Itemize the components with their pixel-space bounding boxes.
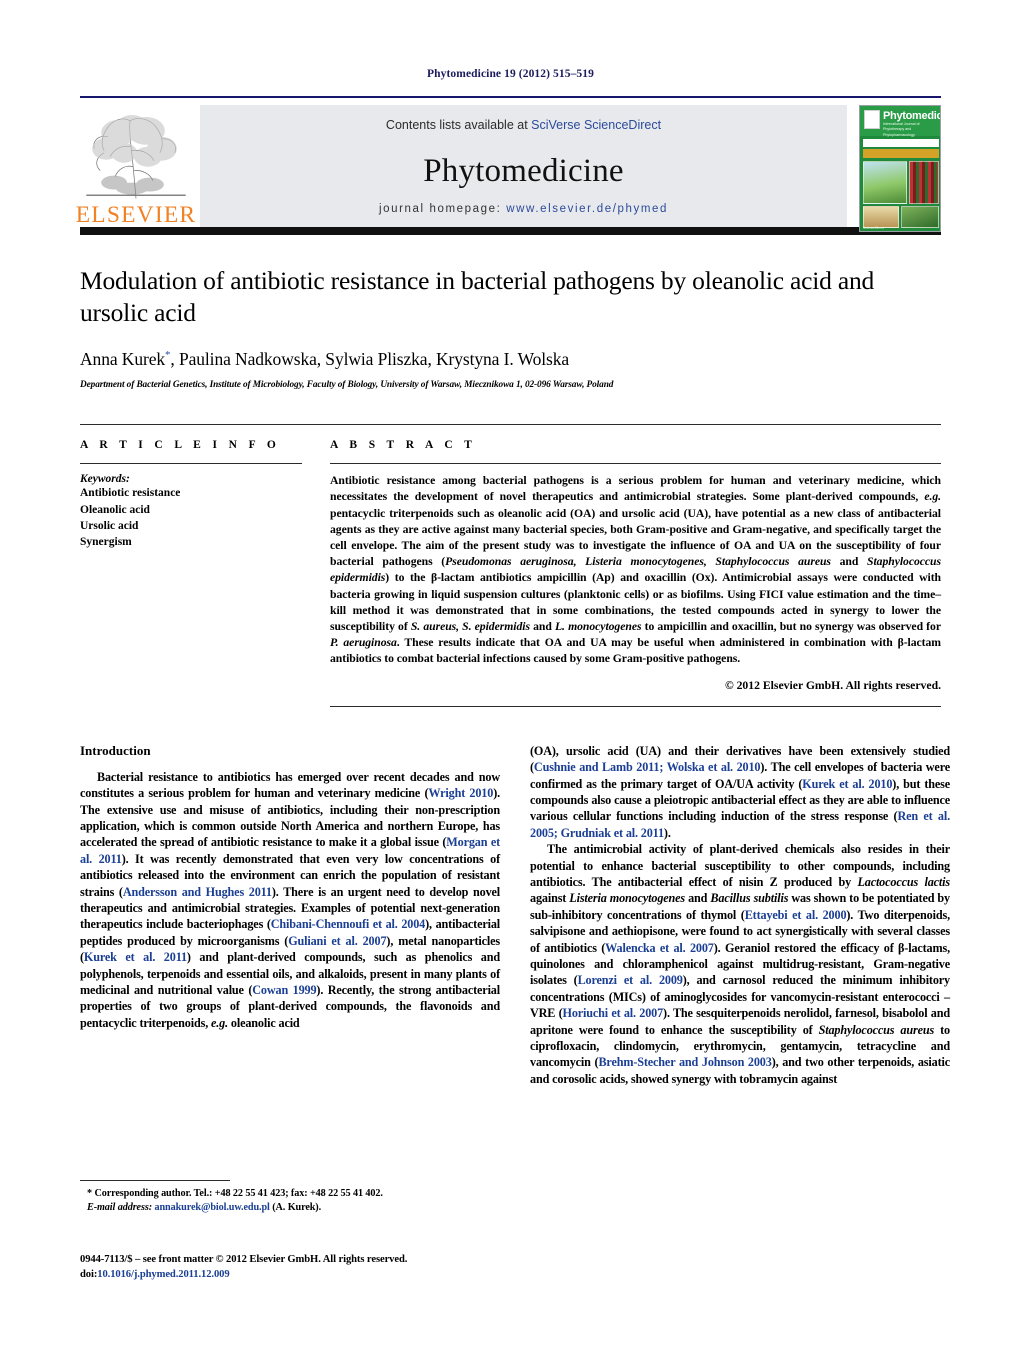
citation-link[interactable]: Andersson and Hughes 2011	[123, 885, 272, 899]
citation-link[interactable]: Wright 2010	[428, 786, 493, 800]
citation-link[interactable]: Horiuchi et al. 2007	[563, 1006, 664, 1020]
keyword-item: Ursolic acid	[80, 519, 139, 532]
elsevier-logo: ELSEVIER	[76, 105, 195, 227]
issn-copyright-line: 0944-7113/$ – see front matter © 2012 El…	[80, 1254, 408, 1265]
doi-link[interactable]: 10.1016/j.phymed.2011.12.009	[97, 1269, 229, 1280]
paper-title: Modulation of antibiotic resistance in b…	[80, 266, 875, 328]
citation-link[interactable]: Ettayebi et al. 2000	[745, 908, 847, 922]
citation-link[interactable]: Brehm-Stecher and Johnson 2003	[598, 1055, 771, 1069]
citation-link[interactable]: Guliani et al. 2007	[288, 934, 386, 948]
title-block: Modulation of antibiotic resistance in b…	[80, 265, 941, 390]
citation-link[interactable]: Kurek et al. 2011	[84, 950, 187, 964]
section-heading-introduction: Introduction	[80, 742, 151, 758]
cover-title: Phytomedicine	[883, 110, 940, 122]
authors-text: Anna Kurek*, Paulina Nadkowska, Sylwia P…	[80, 349, 570, 370]
email-suffix: (A. Kurek).	[272, 1202, 322, 1214]
abstract-column: A B S T R A C T Antibiotic resistance am…	[330, 439, 941, 707]
italic-text: Listeria monocytogenes	[569, 891, 686, 906]
body-paragraph: The antimicrobial activity of plant-deri…	[530, 841, 950, 1087]
cover-photo-samples	[863, 206, 899, 228]
citation-link[interactable]: Kurek et al. 2010	[802, 777, 892, 791]
footnote-block: * Corresponding author. Tel.: +48 22 55 …	[80, 1180, 500, 1215]
corresponding-author-marker: *	[165, 349, 171, 362]
keyword-item: Oleanolic acid	[80, 503, 150, 516]
italic-text: Bacillus subtilis	[710, 891, 789, 906]
contents-prefix: Contents lists available at	[385, 118, 532, 132]
doi-label: doi:	[80, 1269, 98, 1281]
body-text: oleanolic acid	[228, 1015, 300, 1030]
email-note: E-mail address: annakurek@biol.uw.edu.pl…	[80, 1201, 500, 1215]
keyword-item: Synergism	[80, 536, 132, 549]
citation-link[interactable]: Chibani-Chennoufi et al. 2004	[271, 917, 426, 931]
running-head: Phytomedicine 19 (2012) 515–519	[427, 68, 594, 80]
citation-link[interactable]: Lorenzi et al. 2009	[578, 973, 683, 987]
masthead-center: Contents lists available at SciVerse Sci…	[200, 105, 847, 227]
contents-available-line: Contents lists available at SciVerse Sci…	[386, 118, 661, 132]
keywords-list: Antibiotic resistance Oleanolic acid Urs…	[80, 485, 302, 550]
journal-cover-cell: Phytomedicine International Journal of P…	[855, 105, 941, 232]
body-two-columns: Introduction Bacterial resistance to ant…	[80, 743, 950, 1088]
keyword-item: Antibiotic resistance	[80, 487, 181, 500]
article-info-heading: A R T I C L E I N F O	[80, 439, 281, 452]
paper-page: Phytomedicine 19 (2012) 515–519 ELSEVIER…	[0, 0, 1021, 1351]
body-text: and	[685, 891, 711, 906]
abstract-heading: A B S T R A C T	[330, 439, 477, 452]
journal-masthead: ELSEVIER Contents lists available at Sci…	[76, 96, 941, 232]
abstract-bottom-rule	[330, 705, 941, 707]
abstract-text: Antibiotic resistance among bacterial pa…	[330, 474, 941, 666]
cover-orange-strip	[863, 149, 939, 158]
italic-text: e.g.	[211, 1015, 229, 1030]
italic-text: Staphylococcus aureus	[818, 1022, 935, 1037]
footnote-rule	[80, 1180, 230, 1181]
affiliation: Department of Bacterial Genetics, Instit…	[80, 380, 614, 391]
corresponding-author-note: * Corresponding author. Tel.: +48 22 55 …	[87, 1188, 383, 1199]
body-paragraph: Bacterial resistance to antibiotics has …	[80, 769, 500, 1032]
abstract-rule	[330, 463, 941, 465]
cover-subtitle: International Journal of Phytotherapy an…	[883, 122, 920, 137]
article-info-column: A R T I C L E I N F O Keywords: Antibiot…	[80, 439, 330, 706]
keywords-label: Keywords:	[80, 473, 130, 486]
citation-link[interactable]: Cowan 1999	[252, 983, 316, 997]
cover-society-badge	[864, 110, 880, 129]
citation-link[interactable]: Walencka et al. 2007	[605, 941, 714, 955]
cover-footer-text: ScienceDirect	[863, 226, 884, 230]
cover-photo-leaf	[901, 206, 939, 228]
journal-homepage-line: journal homepage: www.elsevier.de/phymed	[379, 203, 668, 215]
right-column-paragraphs: (OA), ursolic acid (UA) and their deriva…	[530, 743, 950, 1088]
info-abstract-row: A R T I C L E I N F O Keywords: Antibiot…	[80, 424, 941, 707]
citation-link[interactable]: Cushnie and Lamb 2011; Wolska et al. 201…	[534, 760, 761, 774]
author-list: Anna Kurek*, Paulina Nadkowska, Sylwia P…	[80, 349, 941, 370]
homepage-url[interactable]: www.elsevier.de/phymed	[506, 203, 668, 215]
body-right-column: (OA), ursolic acid (UA) and their deriva…	[530, 743, 950, 1088]
copyright-line: © 2012 Elsevier GmbH. All rights reserve…	[724, 678, 941, 692]
masthead-bottom-rule	[80, 227, 941, 235]
elsevier-wordmark: ELSEVIER	[75, 201, 197, 228]
left-column-paragraphs: Bacterial resistance to antibiotics has …	[80, 769, 500, 1032]
elsevier-tree-icon	[84, 107, 188, 203]
body-text: ).	[663, 825, 671, 840]
body-left-column: Introduction Bacterial resistance to ant…	[80, 743, 500, 1088]
cover-photo-plant	[863, 161, 907, 204]
cover-photo-heatmap	[909, 161, 939, 204]
journal-title: Phytomedicine	[423, 153, 624, 189]
body-text: against	[530, 891, 570, 906]
body-paragraph: (OA), ursolic acid (UA) and their deriva…	[530, 743, 950, 841]
italic-text: Lactococcus lactis	[857, 874, 950, 889]
article-info-rule	[80, 463, 302, 465]
cover-white-strip	[863, 139, 939, 147]
sciencedirect-link[interactable]: SciVerse ScienceDirect	[531, 118, 661, 132]
doi-line: doi:10.1016/j.phymed.2011.12.009	[80, 1267, 600, 1282]
email-address-link[interactable]: annakurek@biol.uw.edu.pl	[154, 1202, 269, 1213]
homepage-label: journal homepage:	[378, 203, 502, 215]
journal-cover-thumbnail: Phytomedicine International Journal of P…	[859, 105, 941, 232]
email-label: E-mail address:	[87, 1202, 153, 1214]
page-footer: 0944-7113/$ – see front matter © 2012 El…	[80, 1252, 600, 1282]
